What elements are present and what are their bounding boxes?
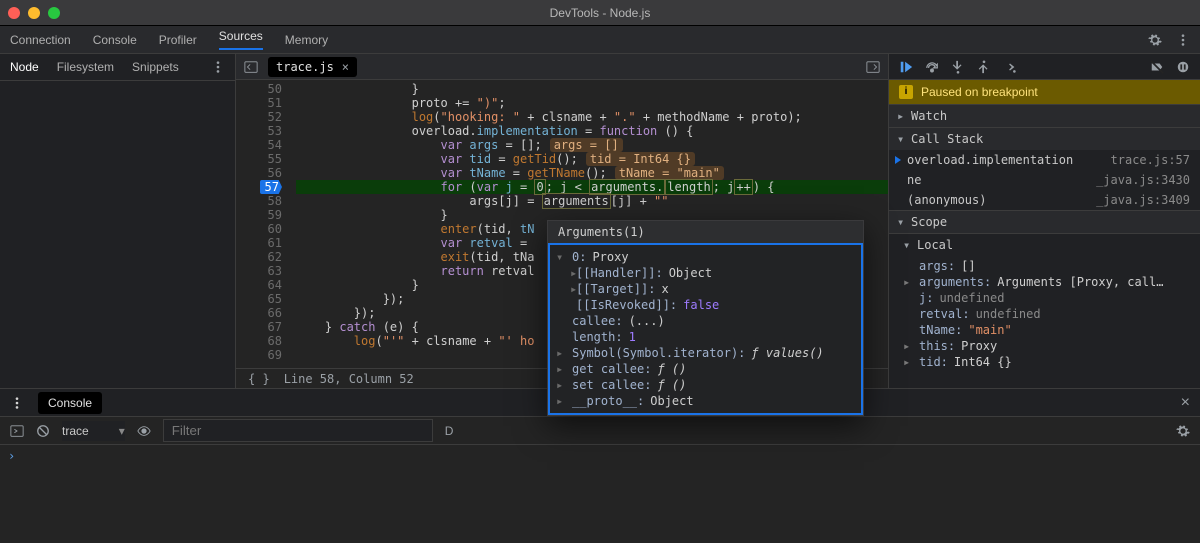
scope-variable[interactable]: retval: undefined <box>903 306 1196 322</box>
tab-console[interactable]: Console <box>93 33 137 47</box>
tooltip-property[interactable]: callee: (...) <box>556 313 855 329</box>
kebab-icon[interactable] <box>211 60 225 74</box>
tooltip-property[interactable]: ▸__proto__: Object <box>556 393 855 409</box>
window-controls <box>8 7 60 19</box>
watch-section[interactable]: ▸Watch <box>889 104 1200 127</box>
scope-section[interactable]: ▾Scope <box>889 210 1200 233</box>
console-prompt: › <box>8 449 15 463</box>
clear-console-icon[interactable] <box>36 424 50 438</box>
scope-variable[interactable]: tName: "main" <box>903 322 1196 338</box>
callstack-frame[interactable]: overload.implementationtrace.js:57 <box>889 150 1200 170</box>
zoom-icon[interactable] <box>48 7 60 19</box>
console-body[interactable]: › <box>0 445 1200 543</box>
scope-variables: args: []▸arguments: Arguments [Proxy, ca… <box>889 256 1200 372</box>
callstack-frame[interactable]: (anonymous)_java.js:3409 <box>889 190 1200 210</box>
navigator-tabs: Node Filesystem Snippets <box>0 54 235 81</box>
paused-text: Paused on breakpoint <box>921 85 1038 99</box>
show-navigator-icon[interactable] <box>866 60 880 74</box>
tooltip-property[interactable]: ▸[[Target]]: x <box>556 281 855 297</box>
object-preview-tooltip[interactable]: Arguments(1) ▾0: Proxy▸[[Handler]]: Obje… <box>547 220 864 416</box>
collapse-panel-icon[interactable] <box>244 60 258 74</box>
callstack-list: overload.implementationtrace.js:57ne_jav… <box>889 150 1200 210</box>
pause-exceptions-icon[interactable] <box>1176 60 1190 74</box>
scope-variable[interactable]: ▸tid: Int64 {} <box>903 354 1196 370</box>
step-over-icon[interactable] <box>925 60 939 74</box>
file-tab-trace[interactable]: trace.js × <box>268 57 357 77</box>
window-title: DevTools - Node.js <box>0 6 1200 20</box>
nav-tab-filesystem[interactable]: Filesystem <box>57 60 114 74</box>
paused-banner: i Paused on breakpoint <box>889 80 1200 104</box>
cursor-position: Line 58, Column 52 <box>284 372 414 386</box>
scope-variable[interactable]: ▸arguments: Arguments [Proxy, call… <box>903 274 1196 290</box>
nav-tab-node[interactable]: Node <box>10 60 39 74</box>
resume-icon[interactable] <box>899 60 913 74</box>
deactivate-breakpoints-icon[interactable] <box>1150 60 1164 74</box>
tooltip-property[interactable]: [[IsRevoked]]: false <box>556 297 855 313</box>
tooltip-property[interactable]: ▸get callee: ƒ () <box>556 361 855 377</box>
tab-memory[interactable]: Memory <box>285 33 328 47</box>
kebab-icon[interactable] <box>10 396 24 410</box>
titlebar: DevTools - Node.js <box>0 0 1200 26</box>
close-icon[interactable]: × <box>1181 394 1190 412</box>
log-level-select[interactable]: D <box>445 424 454 438</box>
console-sidebar-icon[interactable] <box>10 424 24 438</box>
kebab-icon[interactable] <box>1176 33 1190 47</box>
drawer-tab-console[interactable]: Console <box>38 392 102 414</box>
tooltip-property[interactable]: ▾0: Proxy <box>556 249 855 265</box>
tab-sources[interactable]: Sources <box>219 29 263 50</box>
tooltip-property[interactable]: ▸Symbol(Symbol.iterator): ƒ values() <box>556 345 855 361</box>
gear-icon[interactable] <box>1148 33 1162 47</box>
scope-local[interactable]: ▾Local <box>889 233 1200 256</box>
context-select[interactable]: trace <box>62 421 125 441</box>
close-icon[interactable] <box>8 7 20 19</box>
callstack-frame[interactable]: ne_java.js:3430 <box>889 170 1200 190</box>
tooltip-property[interactable]: ▸set callee: ƒ () <box>556 377 855 393</box>
live-expression-icon[interactable] <box>137 424 151 438</box>
debugger-sidebar: i Paused on breakpoint ▸Watch ▾Call Stac… <box>888 54 1200 388</box>
scope-variable[interactable]: ▸this: Proxy <box>903 338 1196 354</box>
pretty-print-icon[interactable]: { } <box>248 372 270 386</box>
file-tabs: trace.js × <box>236 54 888 80</box>
step-into-icon[interactable] <box>951 60 965 74</box>
nav-tab-snippets[interactable]: Snippets <box>132 60 179 74</box>
debugger-toolbar <box>889 54 1200 80</box>
warning-icon: i <box>899 85 913 99</box>
gear-icon[interactable] <box>1176 424 1190 438</box>
tooltip-title: Arguments(1) <box>548 221 863 243</box>
tab-connection[interactable]: Connection <box>10 33 71 47</box>
step-icon[interactable] <box>1003 60 1017 74</box>
file-tab-label: trace.js <box>276 60 334 74</box>
navigator: Node Filesystem Snippets <box>0 54 236 388</box>
tab-profiler[interactable]: Profiler <box>159 33 197 47</box>
line-gutter[interactable]: 5051525354555657585960616263646566676869 <box>236 80 292 368</box>
tooltip-property[interactable]: length: 1 <box>556 329 855 345</box>
devtools-tabs: Connection Console Profiler Sources Memo… <box>0 26 1200 54</box>
filter-input[interactable] <box>163 419 433 442</box>
step-out-icon[interactable] <box>977 60 991 74</box>
callstack-section[interactable]: ▾Call Stack <box>889 127 1200 150</box>
tooltip-property[interactable]: ▸[[Handler]]: Object <box>556 265 855 281</box>
close-icon[interactable]: × <box>342 60 349 74</box>
scope-variable[interactable]: args: [] <box>903 258 1196 274</box>
tooltip-body[interactable]: ▾0: Proxy▸[[Handler]]: Object▸[[Target]]… <box>548 243 863 415</box>
console-toolbar: trace D <box>0 417 1200 445</box>
scope-variable[interactable]: j: undefined <box>903 290 1196 306</box>
minimize-icon[interactable] <box>28 7 40 19</box>
